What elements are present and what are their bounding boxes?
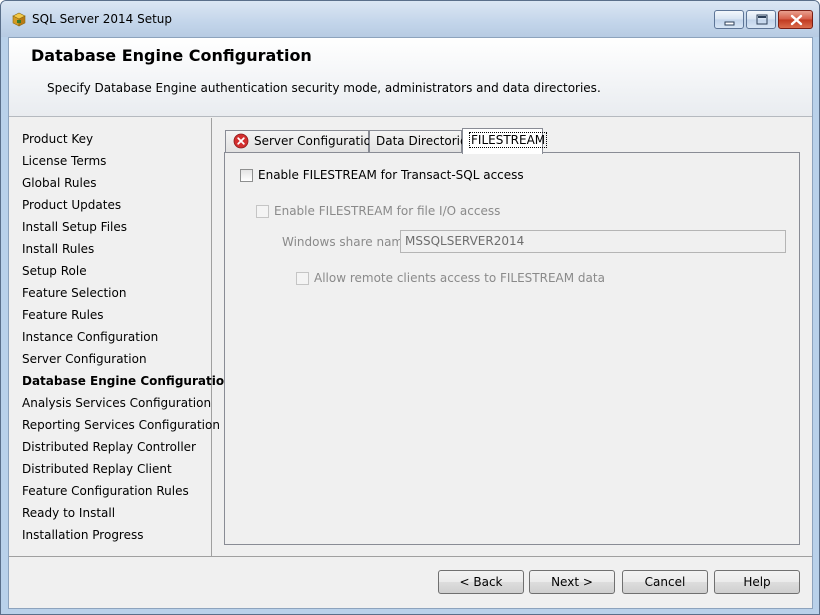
content-area: Server Configuration Data Directories FI…: [213, 118, 812, 556]
setup-window: SQL Server 2014 Setup Database Engine Co…: [0, 0, 820, 615]
minimize-icon: [724, 21, 735, 26]
tab-filestream-label: FILESTREAM: [469, 132, 548, 148]
wizard-footer: < Back Next > Cancel Help: [9, 556, 812, 608]
maximize-icon: [756, 14, 768, 25]
enable-file-io-label[interactable]: Enable FILESTREAM for file I/O access: [274, 204, 500, 218]
nav-step-item: License Terms: [22, 154, 107, 168]
nav-step-item: Reporting Services Configuration: [22, 418, 220, 432]
back-button[interactable]: < Back: [438, 570, 524, 594]
title-bar[interactable]: SQL Server 2014 Setup: [1, 1, 819, 37]
help-button[interactable]: Help: [714, 570, 800, 594]
nav-step-item: Feature Selection: [22, 286, 127, 300]
nav-step-item: Installation Progress: [22, 528, 144, 542]
nav-step-item: Ready to Install: [22, 506, 116, 520]
wizard-steps-nav: Product Key License Terms Global Rules Prod…: [9, 118, 233, 556]
cancel-button[interactable]: Cancel: [622, 570, 708, 594]
tab-server-configuration[interactable]: Server Configuration: [225, 130, 379, 152]
nav-step-item: Server Configuration: [22, 352, 147, 366]
tab-data-directories[interactable]: Data Directories: [369, 130, 474, 152]
filestream-tab-panel: Enable FILESTREAM for Transact-SQL acces…: [224, 152, 800, 545]
page-subtitle: Specify Database Engine authentication s…: [47, 81, 601, 95]
page-header: Database Engine Configuration Specify Da…: [9, 38, 812, 117]
nav-step-item: Setup Role: [22, 264, 87, 278]
nav-step-item: Feature Rules: [22, 308, 104, 322]
next-button[interactable]: Next >: [529, 570, 615, 594]
minimize-button[interactable]: [714, 10, 744, 29]
tab-data-directories-label: Data Directories: [376, 134, 474, 148]
share-name-input[interactable]: MSSQLSERVER2014: [400, 230, 786, 253]
enable-tsql-label[interactable]: Enable FILESTREAM for Transact-SQL acces…: [258, 168, 524, 182]
enable-file-io-checkbox[interactable]: [256, 205, 269, 218]
nav-step-item: Product Updates: [22, 198, 122, 212]
share-name-label: Windows share name:: [282, 235, 415, 249]
dialog-client-area: Database Engine Configuration Specify Da…: [8, 37, 813, 609]
sql-setup-box-icon: [11, 11, 27, 27]
allow-remote-checkbox[interactable]: [296, 272, 309, 285]
nav-step-item: Database Engine Configuration: [22, 374, 233, 388]
close-icon: [790, 14, 803, 26]
window-title: SQL Server 2014 Setup: [32, 12, 173, 26]
allow-remote-label[interactable]: Allow remote clients access to FILESTREA…: [314, 271, 605, 285]
nav-step-item: Install Rules: [22, 242, 95, 256]
maximize-button[interactable]: [746, 10, 776, 29]
close-button[interactable]: [778, 10, 813, 29]
nav-step-item: Product Key: [22, 132, 94, 146]
enable-tsql-checkbox[interactable]: [240, 169, 253, 182]
nav-step-item: Feature Configuration Rules: [22, 484, 189, 498]
nav-step-item: Distributed Replay Client: [22, 462, 172, 476]
nav-step-item: Analysis Services Configuration: [22, 396, 212, 410]
nav-step-item: Instance Configuration: [22, 330, 159, 344]
tab-filestream[interactable]: FILESTREAM: [462, 128, 548, 154]
page-title: Database Engine Configuration: [31, 46, 312, 65]
nav-step-item: Install Setup Files: [22, 220, 128, 234]
nav-step-item: Global Rules: [22, 176, 97, 190]
tab-server-configuration-label: Server Configuration: [254, 134, 379, 148]
nav-step-item: Distributed Replay Controller: [22, 440, 196, 454]
